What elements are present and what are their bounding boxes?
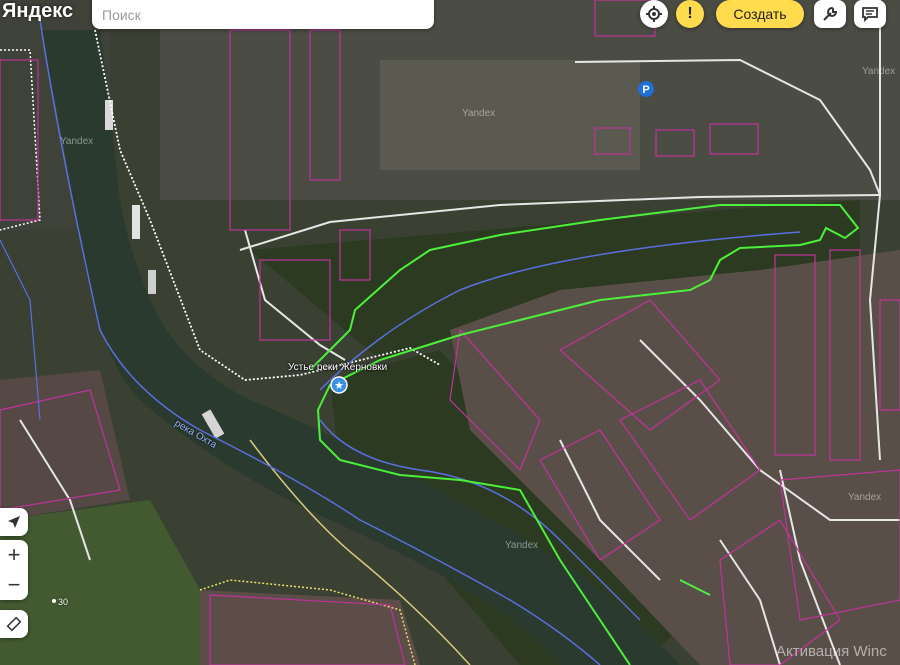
- yandex-logo[interactable]: Яндекс: [2, 0, 73, 23]
- zoom-control: + −: [0, 540, 28, 600]
- location-button[interactable]: [0, 508, 28, 536]
- parking-marker: P: [638, 81, 654, 97]
- zoom-in-button[interactable]: +: [0, 540, 28, 570]
- wrench-icon: [823, 6, 838, 21]
- search-box[interactable]: [92, 0, 434, 30]
- navigation-arrow-icon: [8, 516, 20, 528]
- settings-button[interactable]: [640, 0, 668, 28]
- gear-icon: [646, 6, 662, 22]
- alert-button[interactable]: !: [676, 0, 704, 28]
- activation-watermark: Активация Winc: [776, 643, 887, 660]
- ruler-button[interactable]: [0, 610, 28, 638]
- message-icon: [862, 7, 878, 23]
- exclamation-icon: !: [687, 5, 693, 22]
- svg-text:★: ★: [334, 379, 344, 392]
- map-watermark: Yandex: [462, 108, 496, 119]
- poi-label[interactable]: Устье реки Жерновки: [288, 362, 387, 373]
- map-watermark: Yandex: [862, 66, 896, 77]
- house-number-label: 30: [58, 597, 69, 607]
- poi-star-marker: ★: [330, 376, 348, 394]
- map-watermark: Yandex: [60, 136, 94, 147]
- top-bar: Яндекс ! Создать: [0, 0, 900, 30]
- satellite-map[interactable]: P ★: [0, 0, 900, 665]
- zoom-out-button[interactable]: −: [0, 570, 28, 600]
- svg-text:P: P: [642, 84, 649, 96]
- feedback-button[interactable]: [854, 0, 886, 28]
- tools-button[interactable]: [814, 0, 846, 28]
- ruler-icon: [6, 616, 22, 632]
- map-watermark: Yandex: [848, 492, 882, 503]
- search-input[interactable]: [100, 0, 424, 30]
- create-button[interactable]: Создать: [716, 0, 804, 28]
- map-watermark: Yandex: [505, 540, 539, 551]
